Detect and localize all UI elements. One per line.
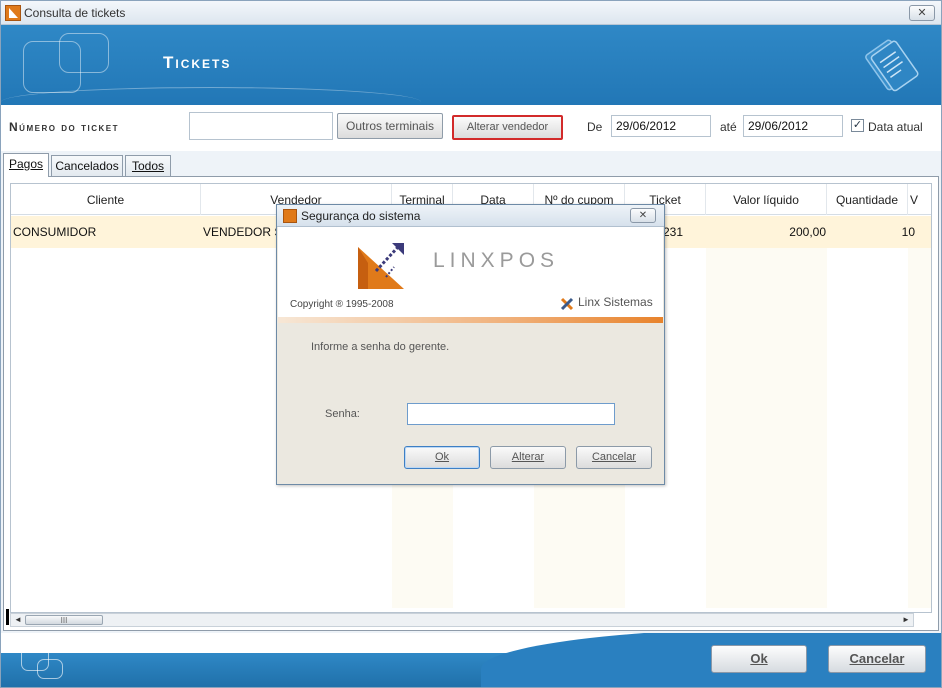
password-label: Senha: <box>325 408 360 420</box>
window-title: Consulta de tickets <box>24 6 126 20</box>
data-atual-checkbox[interactable]: ✓ <box>851 119 864 132</box>
tab-cancelados[interactable]: Cancelados <box>51 155 123 177</box>
cell-valor-liquido: 200,00 <box>789 225 826 239</box>
data-atual-label: Data atual <box>868 120 923 134</box>
dialog-prompt: Informe a senha do gerente. <box>311 341 450 353</box>
company-logo: Linx Sistemas <box>560 295 653 311</box>
ok-button[interactable]: Ok <box>711 645 807 673</box>
title-bar: Consulta de tickets ✕ <box>1 1 941 25</box>
linx-x-icon <box>560 297 574 311</box>
copyright-text: Copyright ® 1995-2008 <box>290 299 394 310</box>
row-indicator <box>6 609 9 625</box>
date-to-label: até <box>720 120 737 134</box>
tab-label: Cancelados <box>55 159 119 173</box>
date-to-input[interactable] <box>743 115 843 137</box>
dialog-accent-stripe <box>278 317 663 323</box>
decorative-frame <box>37 659 63 679</box>
ticket-number-input[interactable] <box>189 112 333 140</box>
footer-bar: Ok Cancelar <box>1 633 941 687</box>
dialog-alterar-button[interactable]: Alterar <box>490 446 566 469</box>
dialog-title: Segurança do sistema <box>301 209 421 223</box>
password-input[interactable] <box>407 403 615 425</box>
documents-icon <box>865 39 919 92</box>
app-icon <box>5 5 21 21</box>
scroll-thumb[interactable]: III <box>25 615 103 625</box>
tab-label: Todos <box>131 159 165 173</box>
company-name: Linx Sistemas <box>578 295 653 309</box>
dialog-ok-button[interactable]: Ok <box>404 446 480 469</box>
alterar-vendedor-button[interactable]: Alterar vendedor <box>452 115 563 140</box>
column-header[interactable]: V <box>908 184 931 215</box>
dialog-brand-banner: LINXPOS Copyright ® 1995-2008 Linx Siste… <box>278 227 663 323</box>
cell-cliente: CONSUMIDOR <box>13 225 97 239</box>
brand-name: LINXPOS <box>433 249 560 272</box>
tab-pagos[interactable]: Pagos <box>3 153 49 177</box>
ticket-number-label: Número do ticket <box>9 120 119 134</box>
dialog-title-bar: Segurança do sistema ✕ <box>277 205 664 227</box>
decorative-frame <box>59 33 109 73</box>
close-window-button[interactable]: ✕ <box>909 5 935 21</box>
date-from-label: De <box>587 120 603 134</box>
tab-label: Pagos <box>8 157 44 171</box>
date-from-input[interactable] <box>611 115 711 137</box>
column-header[interactable]: Quantidade <box>827 184 908 215</box>
column-header[interactable]: Cliente <box>11 184 201 215</box>
filter-toolbar: Número do ticket Outros terminais Altera… <box>1 105 941 151</box>
dialog-app-icon <box>283 209 297 223</box>
cancel-label: Cancelar <box>849 651 905 666</box>
header-banner: Tickets <box>1 25 941 105</box>
horizontal-scrollbar[interactable]: ◄ III ► <box>10 613 914 627</box>
scroll-left-arrow-icon[interactable]: ◄ <box>12 614 24 626</box>
dialog-cancelar-button[interactable]: Cancelar <box>576 446 652 469</box>
linxpos-logo-icon <box>358 243 404 289</box>
ok-label: Ok <box>750 651 768 666</box>
security-dialog: Segurança do sistema ✕ LINXPOS Copyright… <box>276 204 665 485</box>
page-title: Tickets <box>163 53 232 72</box>
cancel-button[interactable]: Cancelar <box>828 645 926 673</box>
column-stripe <box>706 248 827 608</box>
outros-terminais-button[interactable]: Outros terminais <box>337 113 443 139</box>
scroll-right-arrow-icon[interactable]: ► <box>900 614 912 626</box>
dialog-close-button[interactable]: ✕ <box>630 208 656 223</box>
cell-quantidade: 10 <box>901 225 915 239</box>
tab-todos[interactable]: Todos <box>125 155 171 177</box>
column-header[interactable]: Valor líquido <box>706 184 827 215</box>
column-stripe <box>908 248 931 608</box>
